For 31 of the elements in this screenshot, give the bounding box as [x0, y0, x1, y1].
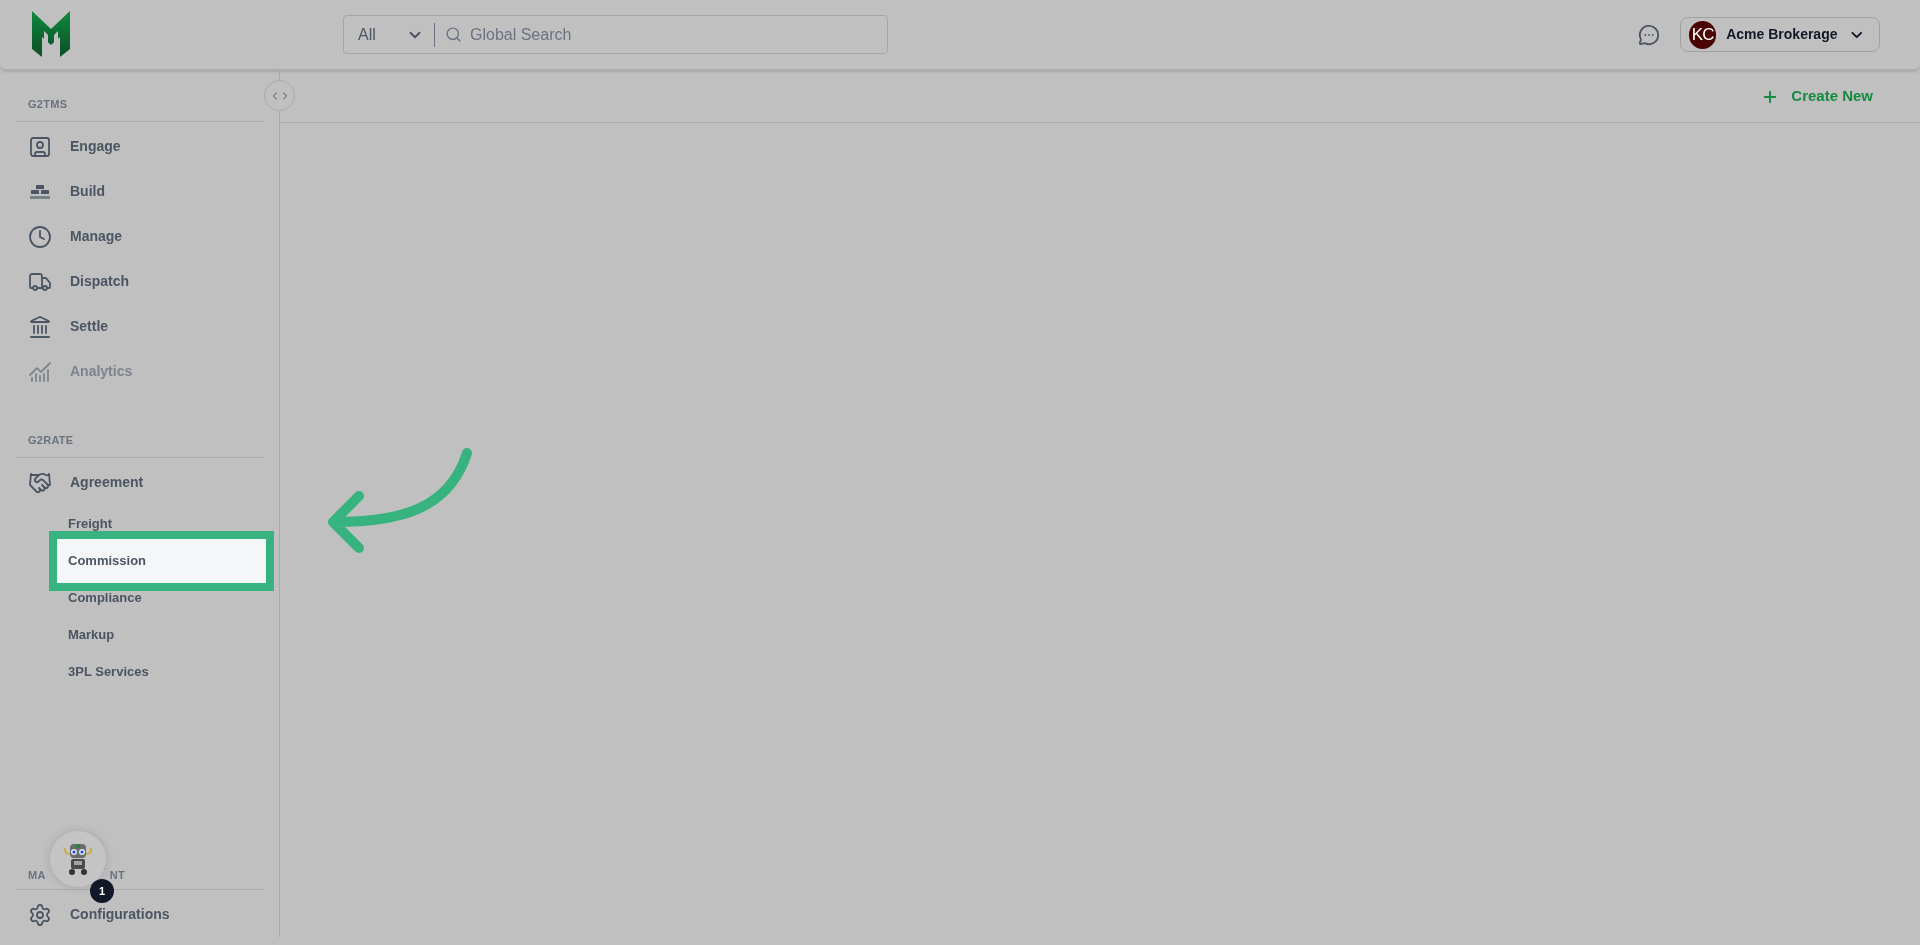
bank-icon: [28, 314, 52, 339]
nav-item[interactable]: Settle: [0, 304, 263, 349]
search-field[interactable]: Global Search: [470, 22, 887, 47]
search-icon: [445, 26, 462, 43]
clock-icon: [28, 224, 52, 249]
contact-card-icon: [28, 134, 52, 159]
account-menu[interactable]: KC Acme Brokerage: [1680, 17, 1880, 52]
handshake-icon: [28, 470, 52, 495]
notification-badge: 1: [90, 879, 114, 903]
collapse-toggle[interactable]: [264, 80, 295, 111]
search-box[interactable]: All Global Search: [343, 15, 888, 54]
assistant-launcher[interactable]: [50, 831, 106, 887]
scope-dropdown[interactable]: All: [344, 16, 434, 53]
nav-item[interactable]: Build: [0, 169, 263, 214]
nav-subitem[interactable]: Compliance: [57, 582, 266, 613]
create-new-button[interactable]: Create New: [1761, 85, 1873, 108]
nav-subitem[interactable]: Markup: [57, 619, 266, 650]
nav-subitem[interactable]: 3PL Services: [57, 656, 266, 687]
section-label: G2RATE: [28, 434, 74, 446]
nav-item[interactable]: Engage: [0, 124, 263, 169]
nav-item[interactable]: Manage: [0, 214, 263, 259]
nav-item[interactable]: Agreement: [0, 460, 263, 505]
nav-subitem[interactable]: Freight: [57, 508, 266, 539]
chat-icon[interactable]: [1638, 23, 1660, 46]
avatar: KC: [1689, 20, 1717, 49]
robot-icon: [62, 842, 94, 876]
nav-item[interactable]: Dispatch: [0, 259, 263, 304]
settings-icon: [28, 902, 52, 927]
section-label: G2TMS: [28, 98, 68, 110]
section-label: MA: [28, 867, 46, 883]
chart-icon: [28, 359, 52, 384]
